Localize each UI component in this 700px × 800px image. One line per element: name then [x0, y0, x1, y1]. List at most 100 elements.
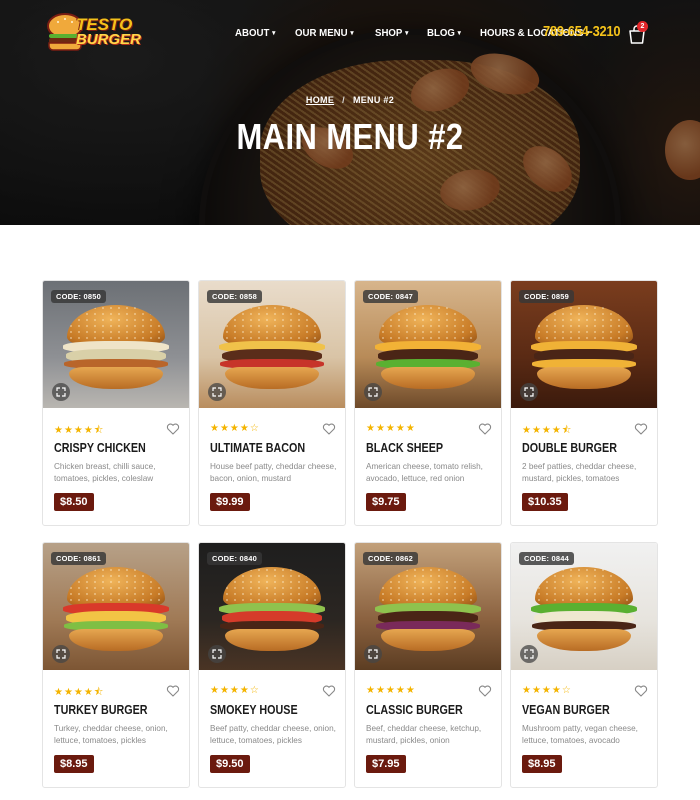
heart-icon[interactable]	[478, 684, 492, 698]
product-code-badge: CODE: 0840	[207, 552, 262, 565]
phone-number-link[interactable]: 789-654-3210	[543, 23, 621, 40]
breadcrumb: HOME / MENU #2	[0, 95, 700, 105]
price-badge: $8.95	[54, 755, 94, 773]
expand-icon[interactable]	[208, 383, 226, 401]
breadcrumb-separator: /	[342, 95, 345, 105]
expand-icon[interactable]	[520, 383, 538, 401]
burger-image	[373, 561, 483, 661]
price-badge: $9.75	[366, 493, 406, 511]
product-code-badge: CODE: 0861	[51, 552, 106, 565]
burger-photo[interactable]: CODE: 0858	[199, 281, 345, 408]
menu-card[interactable]: CODE: 0858 ★★★★☆ ULTIMATE BACON House be…	[198, 280, 346, 526]
product-description: Chicken breast, chilli sauce, tomatoes, …	[54, 462, 156, 483]
product-name[interactable]: SMOKEY HOUSE	[210, 703, 322, 717]
product-description: Beef patty, cheddar cheese, onion, lettu…	[210, 724, 336, 745]
menu-card[interactable]: CODE: 0859 ★★★★⯪ DOUBLE BURGER 2 beef pa…	[510, 280, 658, 526]
burger-photo[interactable]: CODE: 0844	[511, 543, 657, 670]
chevron-down-icon: ▾	[457, 30, 461, 37]
burger-image	[529, 561, 639, 661]
product-name[interactable]: BLACK SHEEP	[366, 441, 478, 455]
product-code-badge: CODE: 0844	[519, 552, 574, 565]
cart-count-badge: 2	[637, 21, 648, 32]
rating-stars: ★★★★☆	[210, 423, 260, 434]
burger-image	[529, 299, 639, 399]
heart-icon[interactable]	[478, 422, 492, 436]
menu-card[interactable]: CODE: 0862 ★★★★★ CLASSIC BURGER Beef, ch…	[354, 542, 502, 788]
burger-photo[interactable]: CODE: 0850	[43, 281, 189, 408]
price-badge: $10.35	[522, 493, 568, 511]
expand-icon[interactable]	[364, 645, 382, 663]
product-description: 2 beef patties, cheddar cheese, mustard,…	[522, 462, 637, 483]
price-badge: $8.50	[54, 493, 94, 511]
product-description: Mushroom patty, vegan cheese, lettuce, t…	[522, 724, 638, 745]
hero-banner: TESTO BURGER ABOUT ▾ OUR MENU ▾ SHOP ▾ BLOG…	[0, 0, 700, 225]
heart-icon[interactable]	[166, 422, 180, 436]
nav-label: OUR MENU	[294, 27, 348, 39]
price-badge: $9.50	[210, 755, 250, 773]
product-description: Turkey, cheddar cheese, onion, lettuce, …	[54, 724, 168, 745]
rating-stars: ★★★★⯪	[54, 425, 105, 436]
product-code-badge: CODE: 0847	[363, 290, 418, 303]
burger-photo[interactable]: CODE: 0862	[355, 543, 501, 670]
burger-photo[interactable]: CODE: 0840	[199, 543, 345, 670]
rating-stars: ★★★★⯪	[54, 687, 105, 698]
menu-card[interactable]: CODE: 0840 ★★★★☆ SMOKEY HOUSE Beef patty…	[198, 542, 346, 788]
product-name[interactable]: TURKEY BURGER	[54, 703, 166, 717]
burger-image	[373, 299, 483, 399]
expand-icon[interactable]	[364, 383, 382, 401]
menu-card[interactable]: CODE: 0850 ★★★★⯪ CRISPY CHICKEN Chicken …	[42, 280, 190, 526]
rating-stars: ★★★★☆	[522, 685, 572, 696]
burger-photo[interactable]: CODE: 0847	[355, 281, 501, 408]
breadcrumb-home-link[interactable]: HOME	[306, 95, 334, 105]
menu-card[interactable]: CODE: 0861 ★★★★⯪ TURKEY BURGER Turkey, c…	[42, 542, 190, 788]
product-name[interactable]: CRISPY CHICKEN	[54, 441, 166, 455]
rating-stars: ★★★★★	[366, 423, 416, 434]
product-code-badge: CODE: 0859	[519, 290, 574, 303]
heart-icon[interactable]	[634, 684, 648, 698]
nav-label: SHOP	[374, 27, 402, 39]
expand-icon[interactable]	[52, 645, 70, 663]
product-code-badge: CODE: 0850	[51, 290, 106, 303]
price-badge: $8.95	[522, 755, 562, 773]
product-description: House beef patty, cheddar cheese, bacon,…	[210, 462, 337, 483]
burger-image	[61, 561, 171, 661]
burger-photo[interactable]: CODE: 0861	[43, 543, 189, 670]
product-description: Beef, cheddar cheese, ketchup, mustard, …	[366, 724, 482, 745]
chevron-down-icon: ▾	[404, 30, 408, 37]
expand-icon[interactable]	[208, 645, 226, 663]
burger-image	[217, 299, 327, 399]
rating-stars: ★★★★⯪	[522, 425, 573, 436]
price-badge: $7.95	[366, 755, 406, 773]
product-name[interactable]: ULTIMATE BACON	[210, 441, 322, 455]
heart-icon[interactable]	[322, 422, 336, 436]
chevron-down-icon: ▾	[350, 30, 354, 37]
chevron-down-icon: ▾	[272, 30, 276, 37]
nav-item-shop[interactable]: SHOP ▾	[375, 27, 408, 39]
menu-card[interactable]: CODE: 0847 ★★★★★ BLACK SHEEP American ch…	[354, 280, 502, 526]
nav-label: ABOUT	[235, 27, 270, 39]
product-name[interactable]: CLASSIC BURGER	[366, 703, 478, 717]
breadcrumb-current: MENU #2	[352, 95, 395, 105]
expand-icon[interactable]	[52, 383, 70, 401]
burger-photo[interactable]: CODE: 0859	[511, 281, 657, 408]
product-code-badge: CODE: 0862	[363, 552, 418, 565]
site-logo[interactable]: TESTO BURGER	[46, 10, 141, 54]
nav-item-about[interactable]: ABOUT ▾	[235, 27, 275, 39]
product-name[interactable]: VEGAN BURGER	[522, 703, 634, 717]
product-name[interactable]: DOUBLE BURGER	[522, 441, 634, 455]
rating-stars: ★★★★☆	[210, 685, 260, 696]
heart-icon[interactable]	[322, 684, 336, 698]
expand-icon[interactable]	[520, 645, 538, 663]
nav-item-blog[interactable]: BLOG ▾	[427, 27, 461, 39]
heart-icon[interactable]	[634, 422, 648, 436]
nav-label: BLOG	[426, 27, 455, 39]
burger-image	[217, 561, 327, 661]
burger-image	[61, 299, 171, 399]
logo-text-bottom: BURGER	[76, 31, 142, 48]
nav-item-our-menu[interactable]: OUR MENU ▾	[295, 27, 354, 39]
price-badge: $9.99	[210, 493, 250, 511]
page-title: MAIN MENU #2	[236, 116, 464, 157]
product-description: American cheese, tomato relish, avocado,…	[366, 462, 483, 483]
menu-card[interactable]: CODE: 0844 ★★★★☆ VEGAN BURGER Mushroom p…	[510, 542, 658, 788]
heart-icon[interactable]	[166, 684, 180, 698]
